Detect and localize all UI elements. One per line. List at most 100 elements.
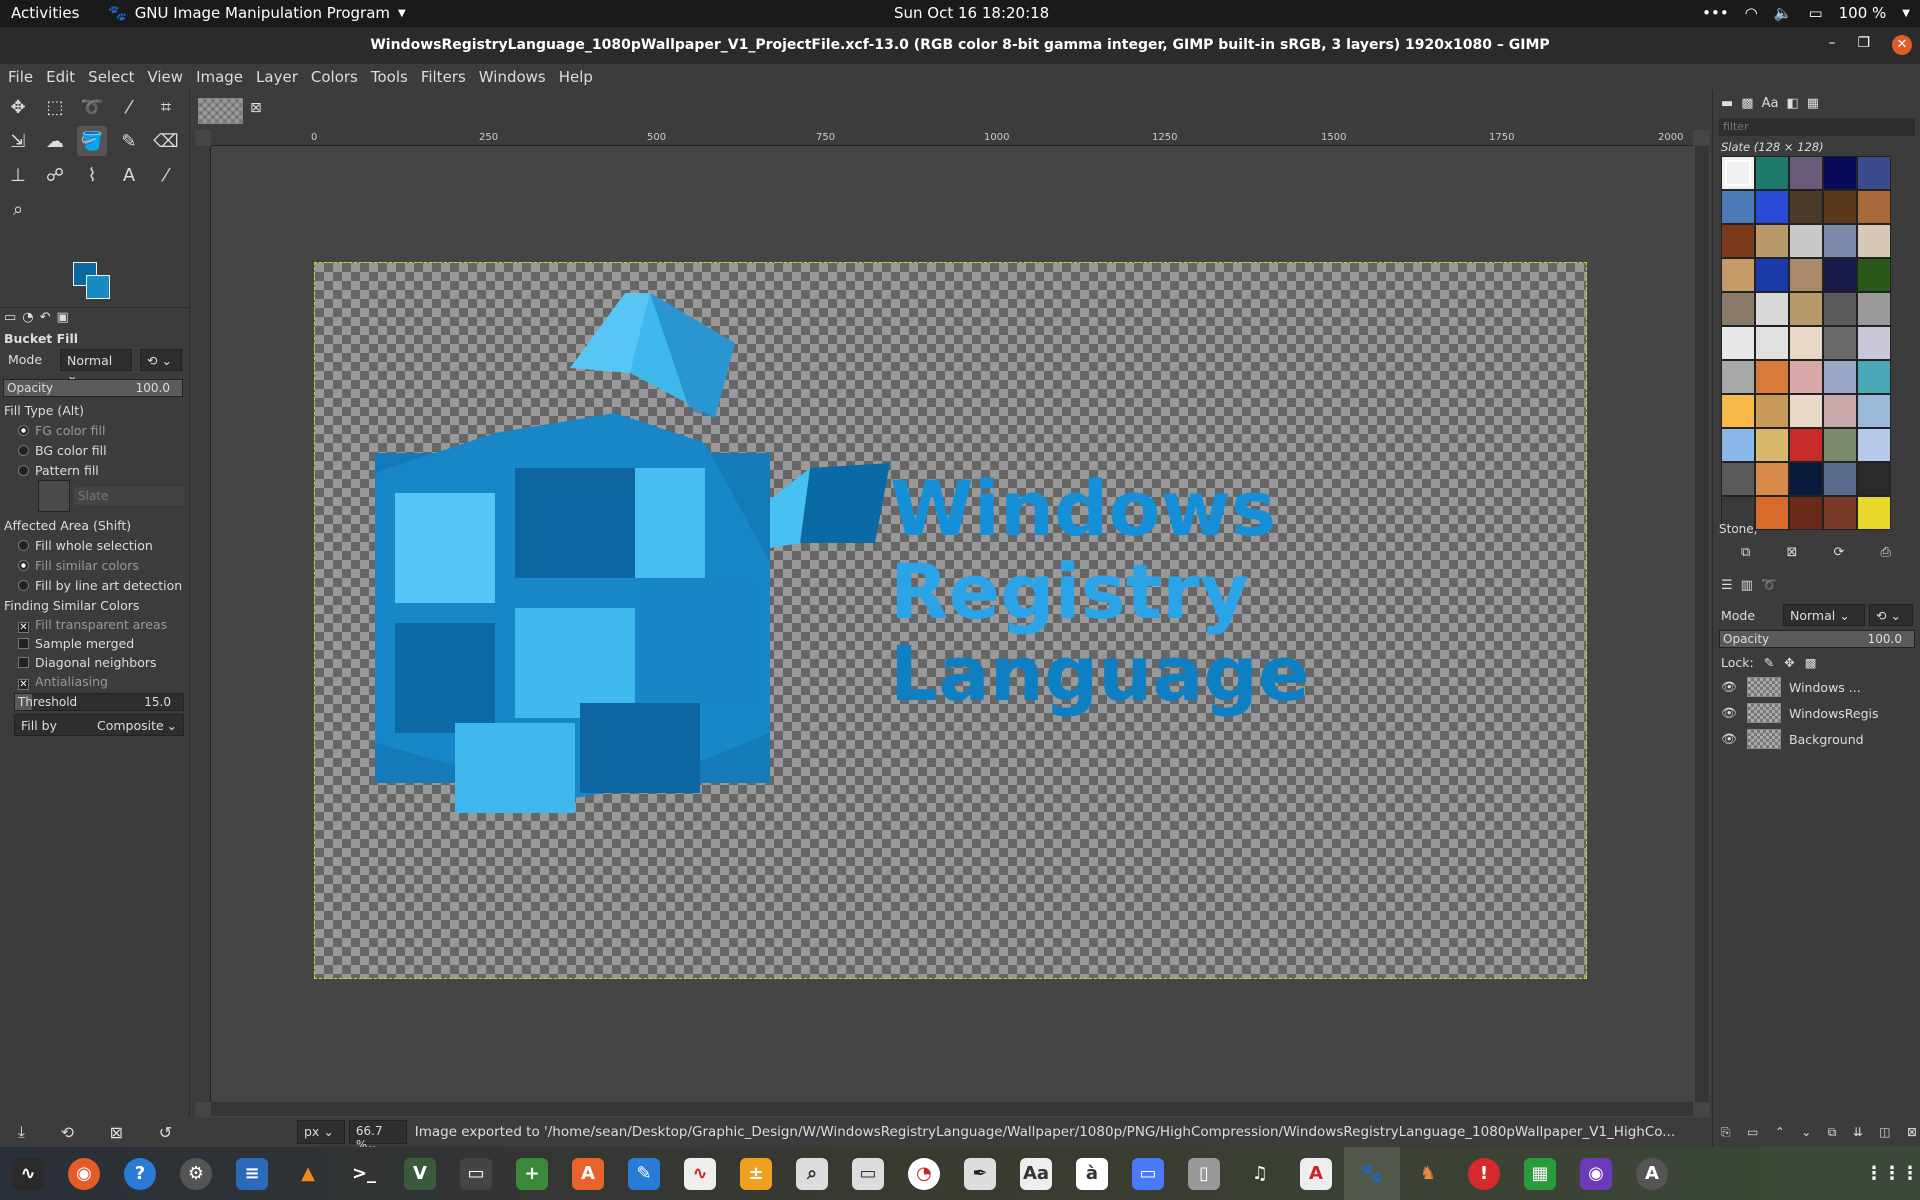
pattern-swatch[interactable] <box>1789 326 1823 360</box>
character-map-launcher[interactable]: à <box>1064 1147 1120 1200</box>
pattern-swatch[interactable] <box>1789 360 1823 394</box>
smudge-tool-icon[interactable]: ☍ <box>40 160 70 190</box>
menu-colors[interactable]: Colors <box>311 68 358 86</box>
image-canvas[interactable]: Windows Registry Language <box>314 262 1587 979</box>
delete-layer-icon[interactable]: ⊠ <box>1907 1125 1917 1140</box>
pattern-swatch[interactable] <box>1721 360 1755 394</box>
pattern-swatch[interactable] <box>1721 190 1755 224</box>
paths-tool-icon[interactable]: ⌇ <box>77 160 107 190</box>
layer-composite-select[interactable]: ⟲ ⌄ <box>1869 604 1913 626</box>
pattern-swatch[interactable] <box>1721 428 1755 462</box>
lock-position-icon[interactable]: ✥ <box>1784 655 1794 670</box>
patterns-filter-input[interactable]: filter <box>1719 118 1915 136</box>
save-tool-preset-icon[interactable]: ⤓ <box>18 1122 25 1142</box>
app-menu[interactable]: 🐾 GNU Image Manipulation Program ▼ <box>108 4 406 22</box>
pattern-swatch[interactable] <box>1789 190 1823 224</box>
menu-help[interactable]: Help <box>559 68 593 86</box>
pattern-swatch[interactable] <box>1789 428 1823 462</box>
brushes-tab-icon[interactable]: ▬ <box>1721 96 1733 111</box>
affected-whole[interactable]: Fill whole selection <box>0 538 190 553</box>
writer-launcher[interactable]: ≡ <box>224 1147 280 1200</box>
disk-usage-launcher[interactable]: ◔ <box>896 1147 952 1200</box>
pattern-swatch[interactable] <box>1789 292 1823 326</box>
affected-lineart[interactable]: Fill by line art detection <box>0 578 190 593</box>
fill-type-bg[interactable]: BG color fill <box>0 443 190 458</box>
pattern-swatch[interactable] <box>1721 258 1755 292</box>
eraser-tool-icon[interactable]: ⌫ <box>151 126 181 156</box>
files-launcher[interactable]: ▭ <box>840 1147 896 1200</box>
pattern-swatch[interactable] <box>1721 326 1755 360</box>
layer-mode-select[interactable]: Normal ⌄ <box>1783 604 1865 626</box>
vlc-launcher[interactable]: ▲ <box>280 1147 336 1200</box>
tool-options-tab-icon[interactable]: ▭ <box>4 310 16 328</box>
pattern-swatch[interactable] <box>1857 258 1891 292</box>
transform-tool-icon[interactable]: ⇲ <box>3 126 33 156</box>
spreadsheet-launcher[interactable]: ▦ <box>1512 1147 1568 1200</box>
menu-edit[interactable]: Edit <box>46 68 75 86</box>
reset-tool-options-icon[interactable]: ↺ <box>159 1123 172 1142</box>
pattern-swatch[interactable] <box>1857 156 1891 190</box>
reset-mode-select[interactable]: ⟲ ⌄ <box>140 349 182 371</box>
pattern-swatch[interactable] <box>1857 428 1891 462</box>
more-icon[interactable]: ••• <box>1702 4 1729 22</box>
vertical-scrollbar[interactable] <box>1695 146 1709 1102</box>
layer-opacity-slider[interactable]: Opacity 100.0 <box>1719 630 1915 648</box>
add-launcher[interactable]: + <box>504 1147 560 1200</box>
background-color-swatch[interactable] <box>86 275 110 299</box>
color-picker-tool-icon[interactable]: ⁄ <box>151 160 181 190</box>
open-pattern-icon[interactable]: ⎙ <box>1880 545 1890 560</box>
pattern-swatch[interactable] <box>1755 326 1789 360</box>
vim-launcher[interactable]: V <box>392 1147 448 1200</box>
close-window-icon[interactable]: ✕ <box>1892 35 1912 55</box>
pattern-swatch[interactable] <box>1857 224 1891 258</box>
horizontal-scrollbar[interactable] <box>211 1102 1693 1116</box>
delete-tool-preset-icon[interactable]: ⊠ <box>110 1123 123 1142</box>
pattern-swatch[interactable] <box>1823 394 1857 428</box>
menu-view[interactable]: View <box>147 68 183 86</box>
menu-filters[interactable]: Filters <box>421 68 466 86</box>
pattern-swatch[interactable] <box>1857 462 1891 496</box>
eye-icon[interactable]: 👁 <box>1721 705 1737 721</box>
menu-windows[interactable]: Windows <box>479 68 546 86</box>
pattern-swatch[interactable] <box>1857 394 1891 428</box>
pattern-swatch[interactable] <box>1721 292 1755 326</box>
pattern-name-field[interactable]: Slate <box>74 487 184 505</box>
pattern-swatch[interactable] <box>1823 292 1857 326</box>
zoom-tool-icon[interactable]: ⌕ <box>3 194 33 224</box>
pattern-swatch[interactable] <box>1857 190 1891 224</box>
calculator-launcher[interactable]: ± <box>728 1147 784 1200</box>
eye-icon[interactable]: 👁 <box>1721 731 1737 747</box>
pattern-swatch[interactable] <box>1823 258 1857 292</box>
move-tool-icon[interactable]: ✥ <box>3 92 33 122</box>
bucket-fill-tool-icon[interactable]: 🪣 <box>77 126 107 156</box>
menu-file[interactable]: File <box>8 68 33 86</box>
fill-transparent-checkbox[interactable]: ✕ Fill transparent areas <box>0 617 190 633</box>
system-graph-launcher[interactable]: ∿ <box>672 1147 728 1200</box>
crop-tool-icon[interactable]: ⌗ <box>151 92 181 122</box>
menu-select[interactable]: Select <box>88 68 134 86</box>
pattern-swatch[interactable] <box>1721 462 1755 496</box>
restore-tool-preset-icon[interactable]: ⟲ <box>61 1123 74 1142</box>
pdf-launcher[interactable]: A <box>1288 1147 1344 1200</box>
system-monitor-launcher[interactable]: ∿ <box>0 1147 56 1200</box>
lower-layer-icon[interactable]: ⌄ <box>1801 1125 1811 1140</box>
pattern-swatch[interactable] <box>1755 394 1789 428</box>
raise-layer-icon[interactable]: ⌃ <box>1775 1125 1785 1140</box>
text-editor-launcher[interactable]: ✎ <box>616 1147 672 1200</box>
text-tool-icon[interactable]: A <box>114 160 144 190</box>
settings-launcher[interactable]: ⚙ <box>168 1147 224 1200</box>
paths-tab-icon[interactable]: ➰ <box>1761 578 1777 593</box>
vertical-ruler[interactable] <box>195 146 211 1102</box>
menu-image[interactable]: Image <box>196 68 243 86</box>
software-launcher[interactable]: A <box>560 1147 616 1200</box>
threshold-slider[interactable]: Threshold 15.0 <box>14 693 184 711</box>
game-launcher[interactable]: ♞ <box>1400 1147 1456 1200</box>
image-tab-thumbnail[interactable] <box>198 98 243 124</box>
pattern-swatch[interactable] <box>1755 190 1789 224</box>
layer-row[interactable]: 👁 Background <box>1721 727 1919 751</box>
archive-launcher[interactable]: ▯ <box>1176 1147 1232 1200</box>
zoom-select[interactable]: 66.7 %⌄ <box>348 1120 407 1152</box>
pattern-swatch[interactable] <box>1789 462 1823 496</box>
power-menu-chevron-icon[interactable]: ▼ <box>1902 8 1910 19</box>
pattern-swatch[interactable] <box>1823 190 1857 224</box>
